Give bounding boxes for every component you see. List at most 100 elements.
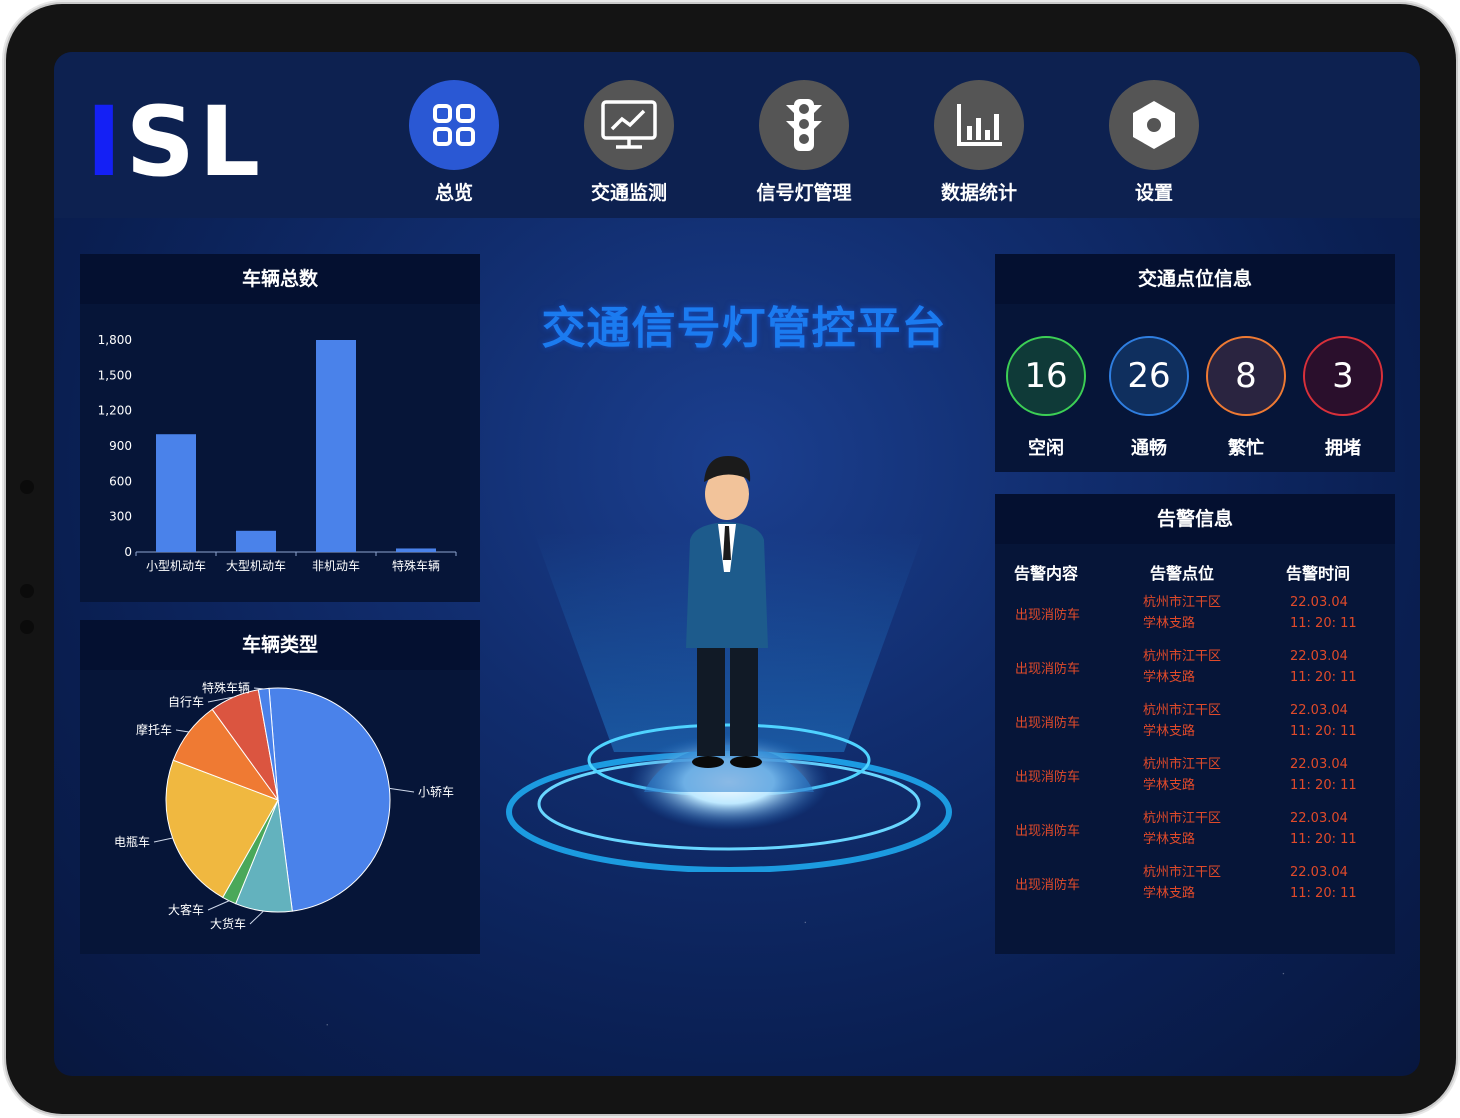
vehicle-type-pie-chart: 小轿车大货车大客车 电瓶车 摩托车 自行车特殊车辆 xyxy=(114,680,454,931)
panel-title: 告警信息 xyxy=(995,494,1395,544)
alarm-date: 22.03.04 xyxy=(1290,595,1348,610)
stat-congested: 3 拥堵 xyxy=(1303,336,1383,460)
alarm-location: 杭州市江干区 学林支路 xyxy=(1143,808,1263,850)
stat-idle: 16 空闲 xyxy=(1006,336,1086,460)
bar-0 xyxy=(156,434,196,552)
nav-traffic-monitor[interactable]: 交通监测 xyxy=(569,80,689,205)
bar-3 xyxy=(396,548,436,552)
stat-ring: 3 xyxy=(1303,336,1383,416)
pie-label: 特殊车辆 xyxy=(202,680,250,695)
alarm-date: 22.03.04 xyxy=(1290,649,1348,664)
alarm-row[interactable]: 出现消防车 杭州市江干区 学林支路 22.03.04 11: 20: 11 xyxy=(995,646,1395,700)
alarm-location: 杭州市江干区 学林支路 xyxy=(1143,754,1263,796)
nav-settings[interactable]: 设置 xyxy=(1094,80,1214,205)
alarm-clock: 11: 20: 11 xyxy=(1290,670,1357,685)
vehicle-type-panel: 车辆类型 小轿车大货车 大客车 电瓶车 摩托车 自行车 特殊车辆 xyxy=(80,620,480,954)
monitor-chart-icon xyxy=(584,80,674,170)
alarm-location-line: 学林支路 xyxy=(1143,724,1196,739)
alarm-location: 杭州市江干区 学林支路 xyxy=(1143,700,1263,742)
pie-label: 摩托车 xyxy=(136,722,172,737)
pie-label: 大货车 xyxy=(210,916,246,931)
tablet-frame: ISL 总览 交通监测 信号灯管理 数据统计 设置 车辆总数 0 300 600… xyxy=(6,4,1456,1114)
alarm-time: 22.03.04 11: 20: 11 xyxy=(1290,646,1380,688)
alarm-content: 出现消防车 xyxy=(1015,662,1081,677)
traffic-light-icon xyxy=(759,80,849,170)
alarm-row[interactable]: 出现消防车 杭州市江干区 学林支路 22.03.04 11: 20: 11 xyxy=(995,862,1395,916)
stat-ring: 8 xyxy=(1206,336,1286,416)
alarm-location-line: 学林支路 xyxy=(1143,778,1196,793)
y-tick-label: 1,500 xyxy=(98,368,132,382)
bar-2 xyxy=(316,340,356,552)
person-hologram-illustration xyxy=(506,456,952,872)
bar-1 xyxy=(236,530,276,552)
x-tick-label: 大型机动车 xyxy=(226,558,286,573)
alarm-row[interactable]: 出现消防车 杭州市江干区 学林支路 22.03.04 11: 20: 11 xyxy=(995,700,1395,754)
pie-label: 自行车 xyxy=(168,694,204,709)
grid-icon xyxy=(409,80,499,170)
nav-signal-management[interactable]: 信号灯管理 xyxy=(744,80,864,205)
alarm-location-line: 杭州市江干区 xyxy=(1143,757,1222,772)
alarm-clock: 11: 20: 11 xyxy=(1290,886,1357,901)
alarm-location-line: 杭州市江干区 xyxy=(1143,595,1222,610)
alarm-time: 22.03.04 11: 20: 11 xyxy=(1290,754,1380,796)
alarm-location-line: 杭州市江干区 xyxy=(1143,703,1222,718)
y-tick-label: 600 xyxy=(109,474,132,488)
alarm-content: 出现消防车 xyxy=(1015,608,1081,623)
pie-label: 小轿车 xyxy=(418,784,454,799)
bar-chart-icon xyxy=(934,80,1024,170)
top-header: ISL 总览 交通监测 信号灯管理 数据统计 设置 xyxy=(54,52,1420,218)
panel-title: 车辆类型 xyxy=(80,620,480,670)
alarm-row[interactable]: 出现消防车 杭州市江干区 学林支路 22.03.04 11: 20: 11 xyxy=(995,808,1395,862)
alarm-location-line: 学林支路 xyxy=(1143,886,1196,901)
alarm-date: 22.03.04 xyxy=(1290,865,1348,880)
alarm-content: 出现消防车 xyxy=(1015,878,1081,893)
x-tick-label: 小型机动车 xyxy=(146,558,206,573)
alarm-time: 22.03.04 11: 20: 11 xyxy=(1290,862,1380,904)
pie-label: 大客车 xyxy=(168,902,204,917)
alarm-content: 出现消防车 xyxy=(1015,770,1081,785)
alarm-location-line: 杭州市江干区 xyxy=(1143,649,1222,664)
stat-label: 繁忙 xyxy=(1228,438,1264,459)
alarm-location-line: 学林支路 xyxy=(1143,670,1196,685)
stat-busy: 8 繁忙 xyxy=(1206,336,1286,460)
panel-title: 车辆总数 xyxy=(80,254,480,304)
alarm-header-time: 告警时间 xyxy=(1286,564,1351,583)
stat-value: 26 xyxy=(1127,356,1171,396)
camera-dot xyxy=(20,620,34,634)
logo-part-1: I xyxy=(86,86,126,198)
pie-label-leader xyxy=(207,900,230,911)
stat-value: 16 xyxy=(1024,356,1068,396)
pie-label-leader xyxy=(175,729,190,733)
y-tick-label: 1,200 xyxy=(98,404,132,418)
alarm-row[interactable]: 出现消防车 杭州市江干区 学林支路 22.03.04 11: 20: 11 xyxy=(995,754,1395,808)
nav-overview[interactable]: 总览 xyxy=(394,80,514,205)
stat-label: 拥堵 xyxy=(1325,438,1361,459)
app-logo[interactable]: ISL xyxy=(86,94,264,190)
alarm-date: 22.03.04 xyxy=(1290,811,1348,826)
stat-label: 通畅 xyxy=(1131,438,1167,459)
alarm-time: 22.03.04 11: 20: 11 xyxy=(1290,700,1380,742)
y-tick-label: 0 xyxy=(124,545,132,559)
camera-dot xyxy=(20,584,34,598)
stat-smooth: 26 通畅 xyxy=(1109,336,1189,460)
settings-hexagon-icon xyxy=(1109,80,1199,170)
alarm-location: 杭州市江干区 学林支路 xyxy=(1143,646,1263,688)
alarm-location: 杭州市江干区 学林支路 xyxy=(1143,592,1263,634)
nav-label: 总览 xyxy=(434,182,473,204)
pie-label-leader xyxy=(253,687,264,690)
page-title: 交通信号灯管控平台 xyxy=(541,303,947,354)
alarm-content: 出现消防车 xyxy=(1015,716,1081,731)
vehicle-total-panel: 车辆总数 0 300 600 900 1,200 1,500 1,800 小型机动车 大型机动车… xyxy=(80,254,480,602)
alarm-location-line: 杭州市江干区 xyxy=(1143,865,1222,880)
dashboard-screen: ISL 总览 交通监测 信号灯管理 数据统计 设置 车辆总数 0 300 600… xyxy=(54,52,1420,1076)
pie-label: 电瓶车 xyxy=(114,834,150,849)
alarm-row[interactable]: 出现消防车 杭州市江干区 学林支路 22.03.04 11: 20: 11 xyxy=(995,592,1395,646)
nav-label: 信号灯管理 xyxy=(756,182,852,204)
nav-label: 交通监测 xyxy=(590,182,667,204)
panel-title: 交通点位信息 xyxy=(995,254,1395,304)
alarm-location-line: 学林支路 xyxy=(1143,616,1196,631)
pie-label-leader xyxy=(249,910,264,925)
vehicle-total-bar-chart: 0 300 600 900 1,200 1,500 1,800 小型机动车 大型机动车 非机动车 特… xyxy=(98,333,457,573)
pie-label-leader xyxy=(389,787,415,793)
nav-data-statistics[interactable]: 数据统计 xyxy=(919,80,1039,205)
